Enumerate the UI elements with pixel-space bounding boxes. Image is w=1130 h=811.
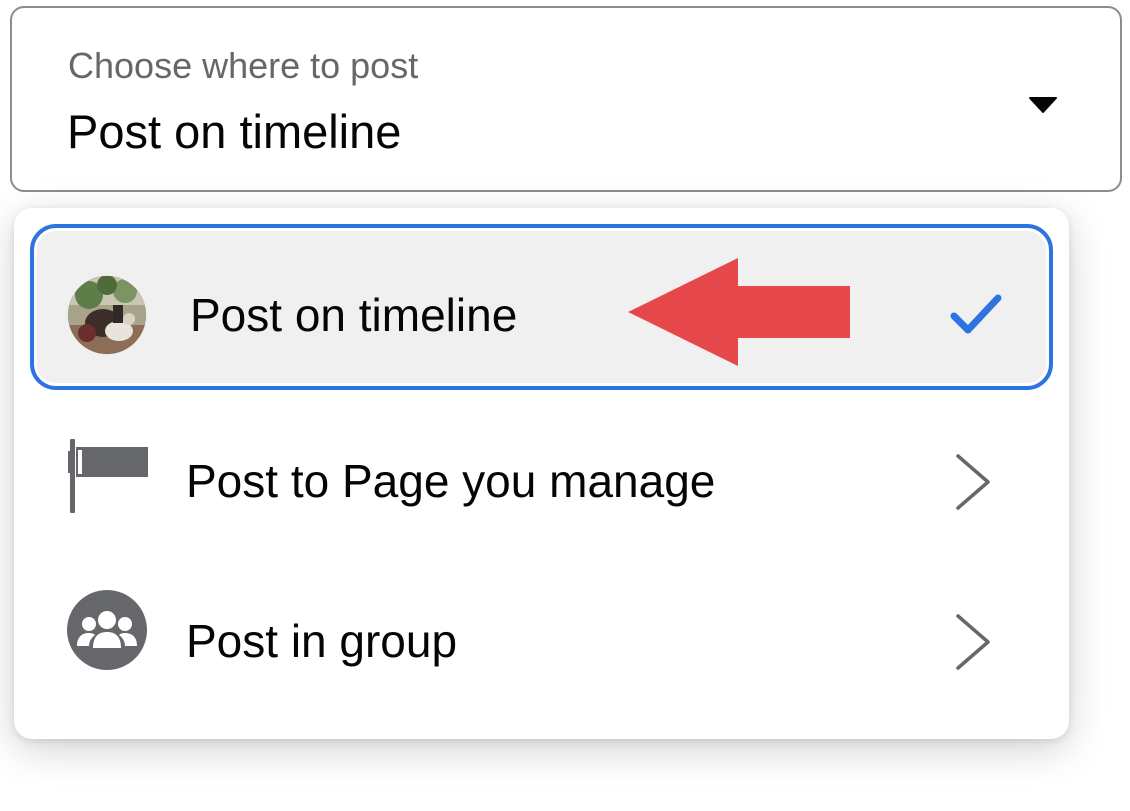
chevron-right-icon[interactable]	[944, 452, 1004, 512]
menu-item-label: Post on timeline	[190, 289, 518, 341]
red-arrow-left-icon	[628, 258, 850, 366]
checkmark-icon	[950, 294, 1002, 334]
chevron-right-icon[interactable]	[944, 612, 1004, 672]
group-icon	[67, 590, 147, 670]
flag-icon	[68, 439, 148, 513]
menu-item-post-to-page[interactable]: Post to Page you manage	[30, 390, 1053, 556]
post-destination-menu: Post on timeline Post to Page you manage	[14, 208, 1069, 739]
menu-item-post-in-group[interactable]: Post in group	[30, 550, 1053, 716]
post-destination-select[interactable]: Choose where to post Post on timeline	[10, 6, 1122, 192]
select-label: Choose where to post	[68, 45, 419, 86]
select-value: Post on timeline	[67, 105, 402, 158]
menu-item-post-on-timeline[interactable]: Post on timeline	[30, 224, 1053, 390]
caret-down-icon[interactable]	[1028, 96, 1058, 114]
menu-item-label: Post in group	[186, 615, 458, 667]
menu-item-label: Post to Page you manage	[186, 455, 716, 507]
profile-avatar-icon	[67, 275, 147, 355]
